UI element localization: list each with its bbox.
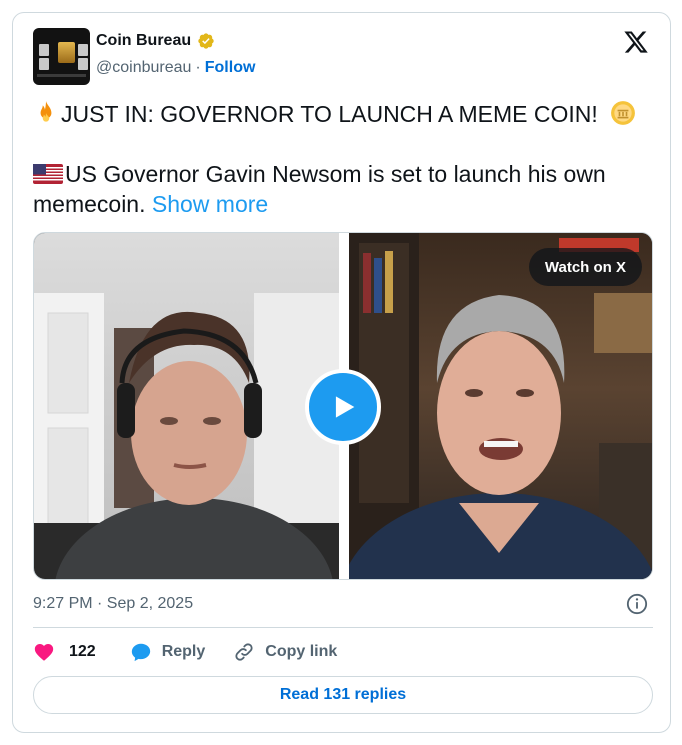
watch-on-x-button[interactable]: Watch on X (528, 248, 642, 286)
reply-icon (131, 643, 150, 662)
author-name[interactable]: Coin Bureau (96, 32, 191, 50)
reply-label: Reply (161, 643, 206, 660)
video-left-frame (34, 293, 339, 579)
link-icon (235, 643, 253, 661)
heart-icon (34, 644, 54, 661)
like-button[interactable]: 122 (33, 641, 96, 663)
author-handle-row: @coinbureau · Follow (96, 59, 255, 77)
author-handle[interactable]: @coinbureau (96, 59, 191, 77)
tweet-text: JUST IN: GOVERNOR TO LAUNCH A MEME COIN! (33, 99, 653, 219)
follow-button[interactable]: Follow (205, 59, 256, 77)
video-player[interactable]: Watch on X (33, 232, 653, 580)
action-bar: 122 Reply Copy link (33, 639, 337, 665)
fire-icon (40, 101, 52, 122)
tweet-timestamp[interactable]: 9:27 PM · Sep 2, 2025 (33, 595, 193, 613)
read-replies-button[interactable]: Read 131 replies (33, 676, 653, 714)
show-more-link[interactable]: Show more (152, 191, 268, 217)
copy-link-label: Copy link (265, 643, 338, 660)
author-name-row: Coin Bureau (96, 32, 215, 50)
tweet-line-2: US Governor Gavin Newsom is set to launc… (33, 159, 653, 219)
tweet-line-1: JUST IN: GOVERNOR TO LAUNCH A MEME COIN! (33, 99, 653, 129)
tweet-headline: JUST IN: GOVERNOR TO LAUNCH A MEME COIN! (61, 101, 598, 127)
tweet-body: US Governor Gavin Newsom is set to launc… (33, 161, 606, 217)
separator-dot: · (195, 59, 201, 76)
footer-divider (33, 627, 653, 628)
like-count: 122 (69, 643, 96, 660)
play-icon (335, 396, 355, 418)
copy-link-button[interactable]: Copy link (233, 641, 337, 663)
video-left-panel (34, 233, 339, 579)
info-icon[interactable] (626, 593, 648, 615)
play-button[interactable] (305, 369, 381, 445)
coin-icon (611, 101, 636, 125)
reply-button[interactable]: Reply (130, 641, 206, 663)
tweet-card: Coin Bureau @coinbureau · Follow JUST IN… (12, 12, 671, 733)
verified-badge-icon (198, 33, 214, 49)
avatar[interactable] (33, 28, 90, 85)
us-flag-icon (33, 164, 63, 184)
x-logo-icon[interactable] (622, 29, 650, 55)
